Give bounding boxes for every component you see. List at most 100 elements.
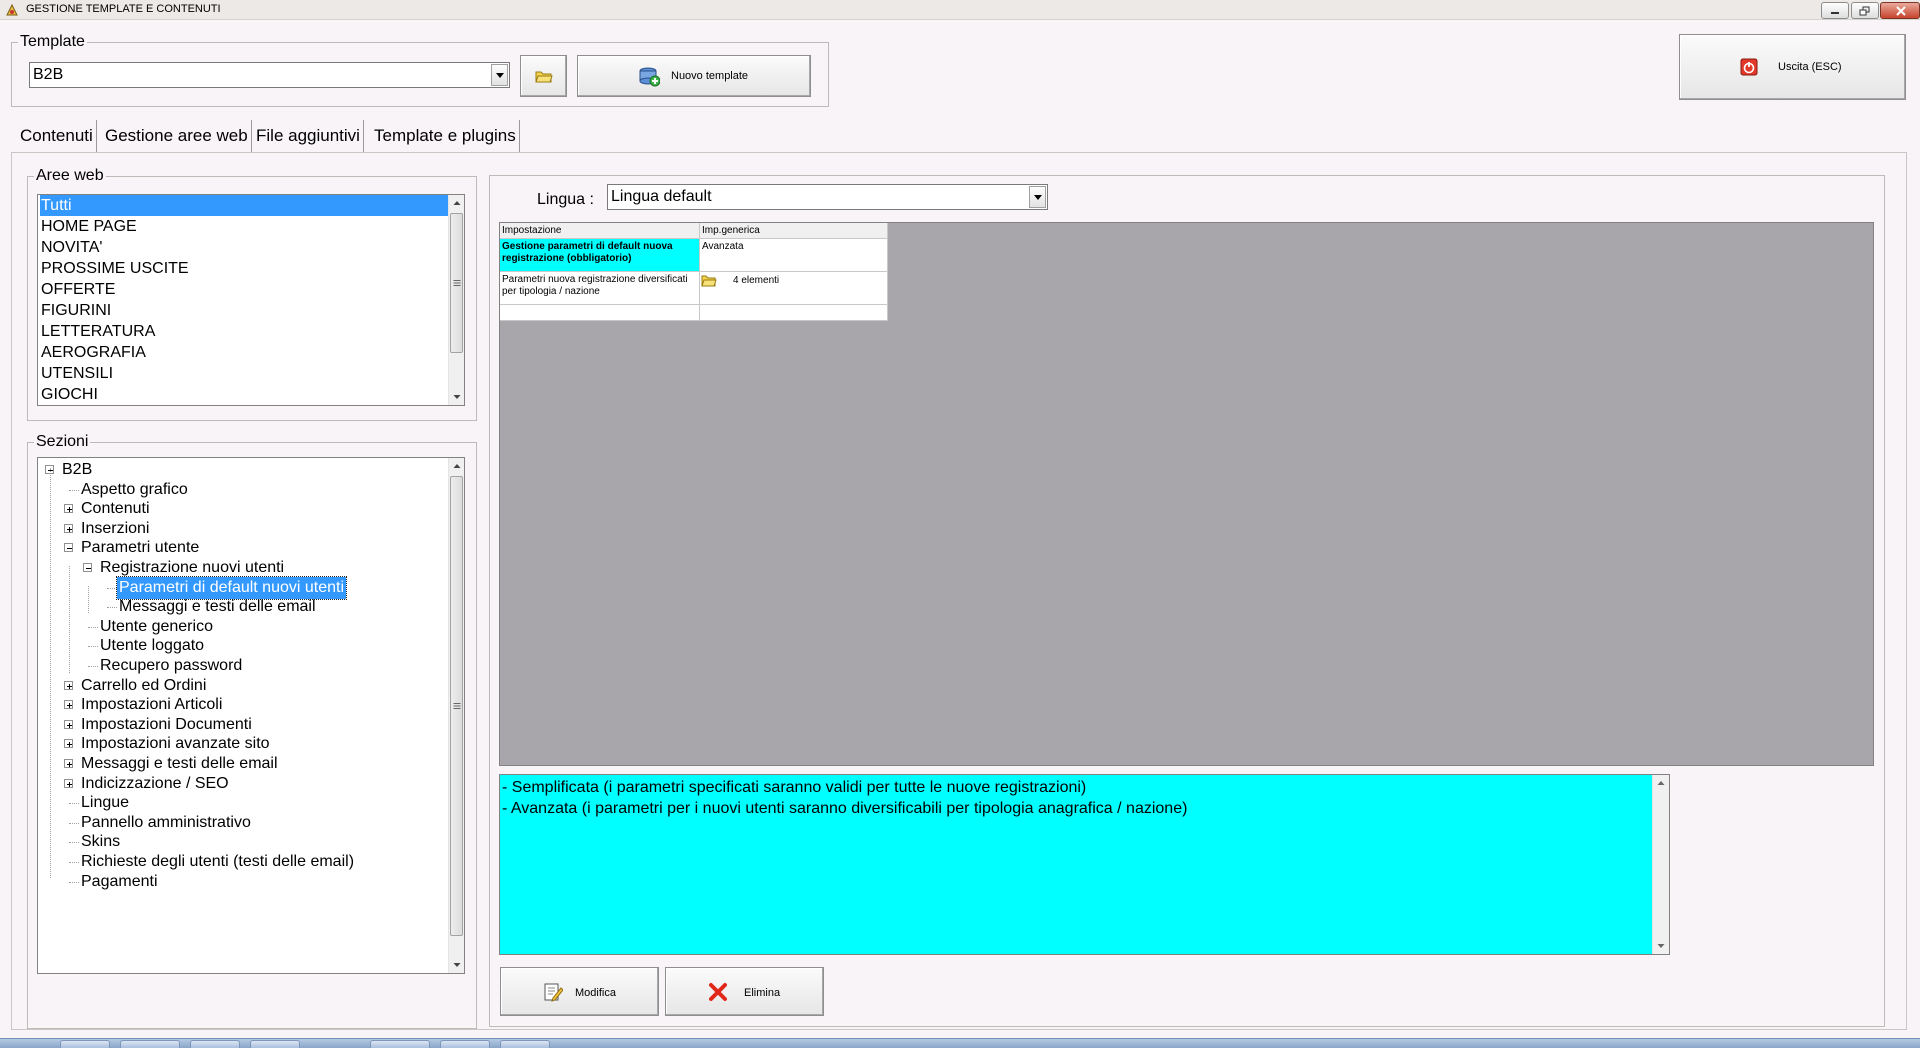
tree-collapse-toggle[interactable] bbox=[83, 563, 92, 572]
chevron-down-icon bbox=[1034, 195, 1042, 200]
new-template-label: Nuovo template bbox=[671, 70, 749, 82]
tree-expand-toggle[interactable] bbox=[64, 504, 73, 514]
lingua-combo-value: Lingua default bbox=[611, 188, 712, 205]
plus-icon bbox=[67, 683, 72, 689]
aree-web-legend: Aree web bbox=[34, 167, 106, 185]
tree-connector bbox=[69, 881, 79, 883]
scroll-thumb[interactable] bbox=[450, 476, 463, 936]
aree-web-list[interactable]: Tutti HOME PAGE NOVITA' PROSSIME USCITE … bbox=[37, 194, 465, 406]
delete-icon bbox=[709, 983, 727, 1001]
tree-expand-toggle[interactable] bbox=[64, 523, 73, 533]
tree-expand-toggle[interactable] bbox=[64, 700, 73, 710]
taskbar-item[interactable] bbox=[190, 1040, 240, 1048]
taskbar bbox=[0, 1038, 1920, 1048]
aree-web-scrollbar[interactable] bbox=[448, 195, 464, 405]
lingua-combo[interactable]: Lingua default bbox=[607, 184, 1048, 210]
grip-icon bbox=[453, 280, 460, 286]
tree-expand-toggle[interactable] bbox=[64, 680, 73, 690]
delete-button[interactable]: Elimina bbox=[665, 967, 824, 1016]
sezioni-scrollbar[interactable] bbox=[448, 458, 464, 973]
tree-expand-toggle[interactable] bbox=[64, 759, 73, 768]
scroll-down-button[interactable] bbox=[449, 957, 464, 973]
grip-icon bbox=[453, 703, 460, 709]
taskbar-item[interactable] bbox=[440, 1040, 490, 1048]
plus-icon bbox=[67, 742, 72, 748]
tree-node[interactable]: Pagamenti bbox=[79, 871, 160, 893]
list-item[interactable]: FIGURINI bbox=[40, 300, 111, 321]
lingua-label: Lingua : bbox=[537, 191, 594, 208]
tree-connector bbox=[69, 803, 79, 805]
new-template-button[interactable]: Nuovo template bbox=[577, 55, 811, 97]
description-scrollbar[interactable] bbox=[1652, 775, 1669, 954]
plus-icon bbox=[67, 703, 72, 709]
taskbar-item[interactable] bbox=[120, 1040, 180, 1048]
grid-cell-value[interactable]: Avanzata bbox=[700, 239, 888, 272]
taskbar-item[interactable] bbox=[250, 1040, 300, 1048]
list-item[interactable]: UTENSILI bbox=[40, 363, 113, 384]
list-item[interactable]: GIOCHI bbox=[40, 384, 98, 405]
scroll-down-button[interactable] bbox=[449, 389, 464, 405]
list-item[interactable]: OFFERTE bbox=[40, 279, 115, 300]
template-legend: Template bbox=[18, 33, 87, 51]
plus-icon bbox=[67, 507, 72, 513]
open-folder-button[interactable] bbox=[520, 55, 567, 97]
list-item[interactable]: PROSSIME USCITE bbox=[40, 258, 189, 279]
taskbar-item[interactable] bbox=[60, 1040, 110, 1048]
plus-icon bbox=[67, 762, 72, 767]
tree-expand-toggle[interactable] bbox=[64, 778, 73, 788]
tree-connector bbox=[88, 626, 98, 628]
tree-expand-toggle[interactable] bbox=[64, 719, 73, 729]
scroll-up-button[interactable] bbox=[449, 195, 464, 211]
tree-connector bbox=[69, 842, 79, 844]
minimize-icon bbox=[1831, 12, 1839, 14]
scroll-thumb[interactable] bbox=[450, 213, 463, 353]
arrow-down-icon bbox=[453, 963, 460, 967]
tab-contenuti[interactable]: Contenuti bbox=[17, 120, 97, 152]
description-line: - Avanzata (i parametri per i nuovi uten… bbox=[502, 800, 1188, 817]
template-combo-value: B2B bbox=[33, 66, 64, 83]
template-combo[interactable]: B2B bbox=[29, 62, 510, 88]
grid-cell-empty[interactable] bbox=[700, 305, 888, 321]
tree-connector bbox=[107, 607, 117, 609]
power-icon bbox=[1740, 58, 1758, 76]
minimize-button[interactable] bbox=[1821, 2, 1849, 19]
exit-button[interactable]: Uscita (ESC) bbox=[1679, 34, 1906, 100]
scroll-up-button[interactable] bbox=[449, 458, 464, 474]
grid-cell-setting[interactable]: Gestione parametri di default nuova regi… bbox=[500, 239, 700, 272]
grid-cell-empty[interactable] bbox=[500, 305, 700, 321]
taskbar-item[interactable] bbox=[500, 1040, 550, 1048]
settings-grid[interactable]: Impostazione Imp.generica Gestione param… bbox=[499, 222, 1874, 766]
tab-template-e-plugins[interactable]: Template e plugins bbox=[371, 120, 520, 152]
tree-expand-toggle[interactable] bbox=[64, 739, 73, 749]
grid-cell-setting[interactable]: Parametri nuova registrazione diversific… bbox=[500, 272, 700, 305]
tree-guide-line bbox=[50, 468, 51, 878]
tree-connector bbox=[69, 489, 79, 491]
taskbar-item[interactable] bbox=[370, 1040, 430, 1048]
tree-connector bbox=[69, 822, 79, 824]
tab-gestione-aree-web[interactable]: Gestione aree web bbox=[102, 120, 252, 152]
sezioni-tree[interactable]: B2B Aspetto grafico Contenuti Inserzioni Par… bbox=[37, 457, 465, 974]
close-window-button[interactable] bbox=[1880, 2, 1920, 19]
template-combo-arrow[interactable] bbox=[491, 64, 508, 86]
list-item[interactable]: HOME PAGE bbox=[40, 216, 137, 237]
list-item[interactable]: LETTERATURA bbox=[40, 321, 155, 342]
list-item[interactable]: AEROGRAFIA bbox=[40, 342, 146, 363]
scroll-up-button[interactable] bbox=[1653, 775, 1669, 791]
edit-icon bbox=[544, 983, 563, 1002]
modify-label: Modifica bbox=[575, 987, 616, 999]
grid-cell-folder[interactable]: 4 elementi bbox=[700, 272, 888, 305]
tree-connector bbox=[88, 666, 98, 667]
tab-file-aggiuntivi[interactable]: File aggiuntivi bbox=[253, 120, 364, 152]
tree-connector bbox=[69, 862, 79, 863]
new-template-icon bbox=[639, 67, 660, 87]
tree-collapse-toggle[interactable] bbox=[64, 543, 73, 553]
modify-button[interactable]: Modifica bbox=[500, 967, 659, 1016]
tree-guide-line bbox=[88, 586, 89, 613]
description-memo[interactable]: - Semplificata (i parametri specificati … bbox=[499, 774, 1670, 955]
grid-header-value: Imp.generica bbox=[700, 223, 888, 239]
list-item-tutti[interactable]: Tutti bbox=[40, 195, 450, 216]
list-item[interactable]: NOVITA' bbox=[40, 237, 102, 258]
restore-button[interactable] bbox=[1851, 2, 1879, 19]
lingua-combo-arrow[interactable] bbox=[1029, 186, 1046, 208]
scroll-down-button[interactable] bbox=[1653, 938, 1669, 954]
